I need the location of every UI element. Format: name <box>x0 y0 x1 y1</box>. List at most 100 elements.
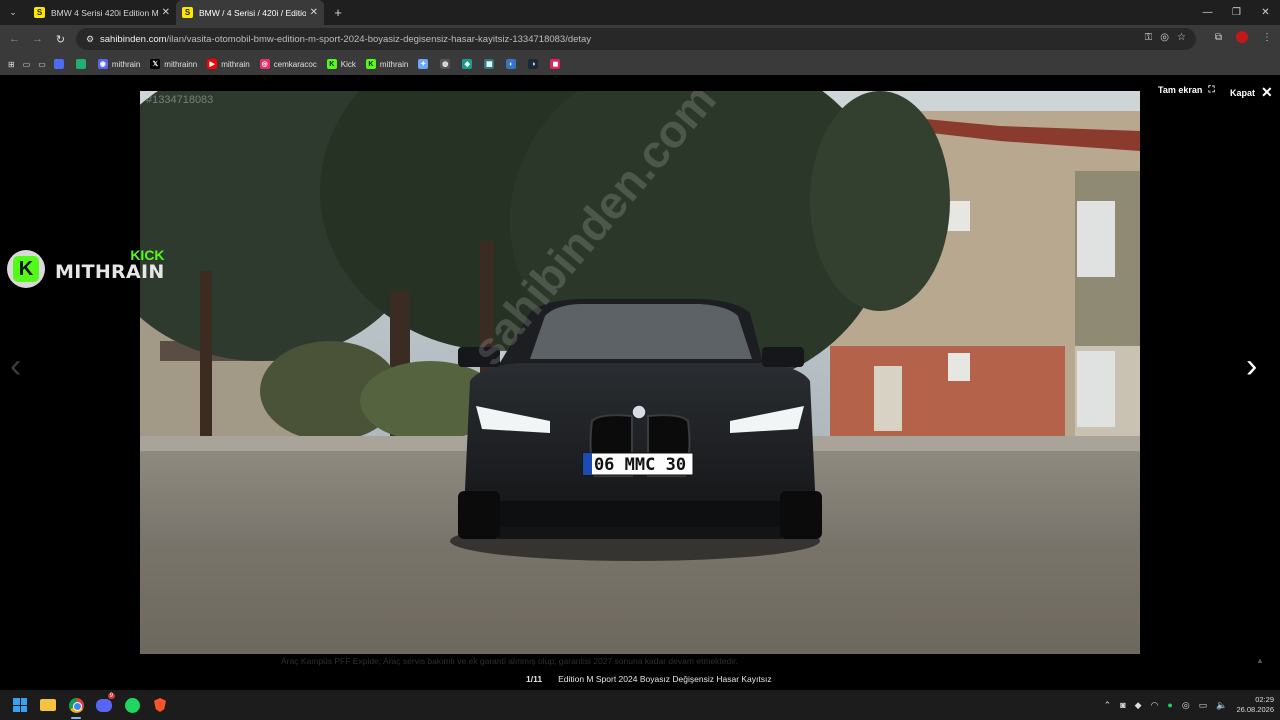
bookmark-icon[interactable]: ✦ <box>418 59 432 69</box>
car-photo[interactable]: 06 MMC 30 #1334718083 sahibinden.com <box>140 91 1140 654</box>
sahibinden-favicon-icon: S <box>182 7 193 18</box>
tab-search-icon[interactable]: ⌄ <box>4 4 22 22</box>
omnibox-actions: ⚿ ◎ ☆ <box>1145 32 1186 43</box>
bookmark-icon[interactable]: ▦ <box>484 59 498 69</box>
minimize-icon[interactable]: — <box>1193 0 1222 25</box>
star-icon[interactable]: ☆ <box>1177 32 1186 43</box>
tab-title: BMW 4 Serisi 420i Edition M Sp <box>51 7 158 18</box>
fullscreen-button[interactable]: Tam ekran ⛶ <box>1158 84 1215 95</box>
url-text[interactable]: sahibinden.com/ilan/vasita-otomobil-bmw-… <box>100 34 591 45</box>
tab-1[interactable]: S BMW 4 Serisi 420i Edition M Sp ✕ <box>28 0 176 25</box>
discord-icon[interactable]: 9 <box>90 690 118 720</box>
steam-icon[interactable]: ◑ <box>528 59 542 69</box>
bookmark-icon[interactable] <box>53 59 68 69</box>
close-icon[interactable]: ✕ <box>162 7 170 18</box>
background-description: Araç Kampüs PFF Expide; Araç servis bakı… <box>281 656 738 666</box>
back-icon[interactable]: ← <box>3 33 26 45</box>
file-explorer-icon[interactable] <box>34 690 62 720</box>
scroll-up-icon[interactable]: ▲ <box>1256 656 1264 665</box>
bookmark-icon[interactable]: ◈ <box>462 59 476 69</box>
tray-app-icon[interactable]: ◎ <box>1182 700 1190 711</box>
profile-avatar-icon[interactable] <box>1236 31 1248 43</box>
close-icon: ✕ <box>1261 84 1273 100</box>
kick-word: KICK <box>130 247 165 263</box>
next-photo-arrow-icon[interactable]: › <box>1246 349 1257 383</box>
close-icon[interactable]: ✕ <box>310 7 318 18</box>
bookmark-label: mithrain <box>221 59 250 69</box>
bookmark-label: mithrainn <box>164 59 198 69</box>
photo-counter: 1/11 <box>526 674 543 684</box>
discord-badge: 9 <box>107 693 115 699</box>
fullscreen-label: Tam ekran <box>1158 84 1203 95</box>
windows-start-icon[interactable] <box>6 690 34 720</box>
kick-stream-overlay: K KICK MITHRAIN <box>7 247 165 288</box>
system-tray: ⌃ ◙ ◆ ◠ ● ◎ ▭ 🔈 02:29 26.08.2026 <box>1104 690 1274 720</box>
previous-photo-arrow-icon[interactable]: ‹ <box>10 349 21 383</box>
bookmark-mithrain-kick[interactable]: Kmithrain <box>365 59 409 69</box>
kick-logo-icon: K <box>7 250 45 288</box>
bookmark-mithrain-youtube[interactable]: ▶ mithrain <box>207 59 250 69</box>
bookmark-icon[interactable]: ◐ <box>506 59 520 69</box>
discord-tray-icon[interactable]: ◙ <box>1120 700 1125 710</box>
tray-app-icon[interactable]: ◆ <box>1135 700 1142 711</box>
x-icon: 𝕏 <box>150 59 161 69</box>
restore-icon[interactable]: ❐ <box>1222 0 1251 25</box>
channel-name: MITHRAIN <box>55 261 165 283</box>
youtube-icon: ▶ <box>207 59 218 69</box>
image-viewer: 06 MMC 30 #1334718083 sahibinden.com Tam… <box>0 75 1280 690</box>
browser-window: ⌄ S BMW 4 Serisi 420i Edition M Sp ✕ S B… <box>0 0 1280 720</box>
window-controls: — ❐ ✕ <box>1193 0 1280 25</box>
password-key-icon[interactable]: ⚿ <box>1145 32 1153 43</box>
tab-2[interactable]: S BMW / 4 Serisi / 420i / Edition M ✕ <box>176 0 324 25</box>
license-plate: 06 MMC 30 <box>594 455 686 475</box>
toolbar-right: ⧉ ⋮ <box>1215 31 1272 43</box>
tab-strip: ⌄ S BMW 4 Serisi 420i Edition M Sp ✕ S B… <box>0 0 1280 25</box>
eye-off-icon[interactable]: ◎ <box>1160 32 1169 43</box>
bookmark-mithrain-discord[interactable]: ◉ mithrain <box>97 59 141 69</box>
discord-icon: ◉ <box>97 59 108 69</box>
new-tab-icon[interactable]: + <box>328 5 348 20</box>
volume-icon[interactable]: 🔈 <box>1216 700 1227 711</box>
forward-icon[interactable]: → <box>26 33 49 45</box>
folder-icon[interactable]: ▭ <box>38 60 46 69</box>
extensions-icon[interactable]: ⧉ <box>1215 32 1222 43</box>
photo-caption: 1/11 Edition M Sport 2024 Boyasız Değişe… <box>526 674 772 684</box>
taskbar: 9 ⌃ ◙ ◆ ◠ ● ◎ ▭ 🔈 02:29 26.08.2026 <box>0 690 1280 720</box>
site-info-icon[interactable]: ⚙ <box>80 34 100 45</box>
kick-icon: K <box>326 59 337 69</box>
tab-title: BMW / 4 Serisi / 420i / Edition M <box>199 7 306 18</box>
sahibinden-favicon-icon: S <box>34 7 45 18</box>
address-bar[interactable]: ⚙ sahibinden.com/ilan/vasita-otomobil-bm… <box>76 28 1196 50</box>
bookmark-icon[interactable]: ◼ <box>550 59 564 69</box>
bookmark-cemkaracoc-instagram[interactable]: ◎ cemkaracoc <box>259 59 317 69</box>
reload-icon[interactable]: ↻ <box>49 33 72 46</box>
chrome-icon[interactable] <box>62 690 90 720</box>
close-window-icon[interactable]: ✕ <box>1251 0 1280 25</box>
folder-icon[interactable]: ▭ <box>23 60 31 69</box>
bookmark-label: Kick <box>340 59 356 69</box>
menu-icon[interactable]: ⋮ <box>1262 32 1272 43</box>
bookmark-label: mithrain <box>379 59 409 69</box>
wifi-icon[interactable]: ◠ <box>1151 700 1159 711</box>
bookmark-mithrainn-x[interactable]: 𝕏mithrainn <box>150 59 197 69</box>
brave-icon[interactable] <box>146 690 174 720</box>
bookmark-icon[interactable] <box>75 59 90 69</box>
url-path: /ilan/vasita-otomobil-bmw-edition-m-spor… <box>166 33 592 45</box>
listing-id: #1334718083 <box>146 94 214 106</box>
bookmark-kick[interactable]: K Kick <box>326 59 356 69</box>
spotify-tray-icon[interactable]: ● <box>1167 700 1172 710</box>
bookmark-icon[interactable]: ◍ <box>440 59 454 69</box>
clock[interactable]: 02:29 26.08.2026 <box>1236 695 1274 715</box>
fullscreen-icon: ⛶ <box>1208 84 1215 94</box>
close-viewer-button[interactable]: Kapat ✕ <box>1230 84 1273 101</box>
apps-grid-icon[interactable]: ⊞ <box>8 60 15 69</box>
monitor-icon[interactable]: ▭ <box>1199 700 1208 711</box>
bookmarks-bar: ⊞ ▭ ▭ ◉ mithrain 𝕏mithrainn ▶ mithrain ◎ ce… <box>0 53 1280 75</box>
kick-icon: K <box>365 59 376 69</box>
spotify-icon[interactable] <box>118 690 146 720</box>
clock-date: 26.08.2026 <box>1236 705 1274 714</box>
toolbar: ← → ↻ ⚙ sahibinden.com/ilan/vasita-otomo… <box>0 25 1280 53</box>
clock-time: 02:29 <box>1255 695 1274 704</box>
chevron-up-icon[interactable]: ⌃ <box>1104 700 1112 711</box>
bookmark-label: mithrain <box>111 59 141 69</box>
